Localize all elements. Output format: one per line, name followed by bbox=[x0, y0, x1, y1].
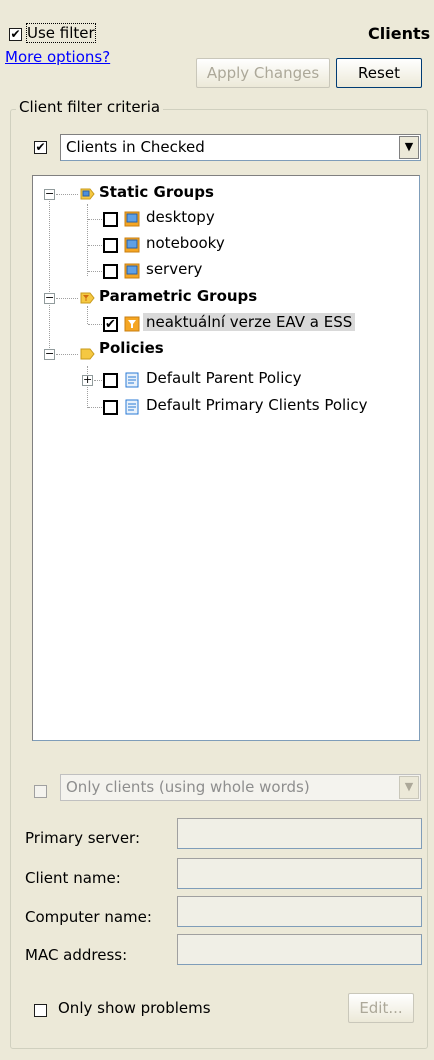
apply-changes-label: Apply Changes bbox=[206, 64, 320, 82]
notebooky-checkbox[interactable] bbox=[103, 238, 118, 253]
panel-title: Clients bbox=[368, 24, 431, 43]
default-parent-policy-checkbox[interactable] bbox=[103, 373, 118, 388]
default-parent-policy-label[interactable]: Default Parent Policy bbox=[146, 369, 302, 387]
chevron-down-icon[interactable]: ▼ bbox=[399, 776, 419, 799]
tree-connector bbox=[88, 219, 102, 220]
tree-connector bbox=[56, 354, 78, 355]
computer-name-label: Computer name: bbox=[25, 908, 152, 926]
notebooky-label[interactable]: notebooky bbox=[146, 234, 225, 252]
chevron-down-icon[interactable]: ▼ bbox=[399, 136, 419, 159]
tree-connector bbox=[56, 194, 78, 195]
policy-document-icon bbox=[125, 399, 139, 415]
client-filter-groupbox-label: Client filter criteria bbox=[16, 98, 164, 116]
reset-label: Reset bbox=[358, 64, 400, 82]
only-show-problems-label[interactable]: Only show problems bbox=[58, 999, 211, 1017]
parametric-groups-label[interactable]: Parametric Groups bbox=[99, 287, 257, 305]
tree-static-children-line bbox=[87, 204, 88, 276]
policies-expander[interactable]: − bbox=[44, 348, 55, 360]
client-name-field[interactable] bbox=[177, 858, 422, 889]
groups-tree[interactable]: − Static Groups desktopy notebooky serve… bbox=[32, 175, 420, 741]
primary-server-field[interactable] bbox=[177, 818, 422, 849]
default-parent-policy-expander[interactable]: + bbox=[82, 374, 93, 386]
static-group-icon bbox=[80, 188, 95, 200]
mac-address-field[interactable] bbox=[177, 934, 422, 965]
reset-button[interactable]: Reset bbox=[336, 58, 422, 88]
computer-group-icon bbox=[124, 211, 140, 227]
parametric-groups-expander[interactable]: − bbox=[44, 292, 55, 304]
computer-name-field[interactable] bbox=[177, 896, 422, 927]
apply-changes-button[interactable]: Apply Changes bbox=[196, 58, 330, 88]
scope-checkbox[interactable]: ✔ bbox=[34, 141, 47, 154]
static-groups-expander[interactable]: − bbox=[44, 188, 55, 200]
edit-button[interactable]: Edit... bbox=[348, 993, 414, 1023]
tree-connector bbox=[56, 298, 78, 299]
use-filter-checkbox[interactable]: ✔ bbox=[9, 28, 22, 41]
scope-select[interactable]: Clients in Checked ▼ bbox=[60, 134, 421, 161]
policy-document-icon bbox=[125, 372, 139, 388]
desktopy-checkbox[interactable] bbox=[103, 212, 118, 227]
scope-select-value: Clients in Checked bbox=[66, 138, 205, 156]
only-clients-select-value: Only clients (using whole words) bbox=[66, 778, 310, 796]
parametric-group-icon bbox=[80, 292, 95, 304]
neaktualni-checkbox[interactable]: ✔ bbox=[103, 317, 118, 332]
primary-server-label: Primary server: bbox=[25, 829, 141, 847]
only-clients-checkbox[interactable] bbox=[34, 785, 47, 798]
tree-connector bbox=[88, 245, 102, 246]
default-primary-policy-label[interactable]: Default Primary Clients Policy bbox=[146, 396, 367, 414]
client-name-label: Client name: bbox=[25, 869, 121, 887]
policies-label[interactable]: Policies bbox=[99, 339, 164, 357]
tree-connector bbox=[94, 380, 102, 381]
only-show-problems-checkbox[interactable] bbox=[34, 1004, 47, 1017]
filter-group-icon bbox=[124, 316, 140, 332]
computer-group-icon bbox=[124, 237, 140, 253]
tree-root-line bbox=[49, 194, 50, 354]
neaktualni-label[interactable]: neaktuální verze EAV a ESS bbox=[143, 313, 356, 331]
use-filter-label[interactable]: Use filter bbox=[26, 23, 96, 43]
desktopy-label[interactable]: desktopy bbox=[146, 208, 215, 226]
servery-label[interactable]: servery bbox=[146, 260, 202, 278]
computer-group-icon bbox=[124, 263, 140, 279]
only-clients-select[interactable]: Only clients (using whole words) ▼ bbox=[60, 774, 421, 801]
tree-connector bbox=[87, 306, 88, 324]
edit-label: Edit... bbox=[359, 999, 403, 1017]
default-primary-policy-checkbox[interactable] bbox=[103, 400, 118, 415]
servery-checkbox[interactable] bbox=[103, 264, 118, 279]
tree-connector bbox=[88, 407, 102, 408]
tree-connector bbox=[88, 271, 102, 272]
more-options-link[interactable]: More options? bbox=[5, 48, 110, 66]
policies-folder-icon bbox=[80, 348, 95, 360]
static-groups-label[interactable]: Static Groups bbox=[99, 183, 214, 201]
tree-connector bbox=[88, 324, 102, 325]
mac-address-label: MAC address: bbox=[25, 946, 128, 964]
